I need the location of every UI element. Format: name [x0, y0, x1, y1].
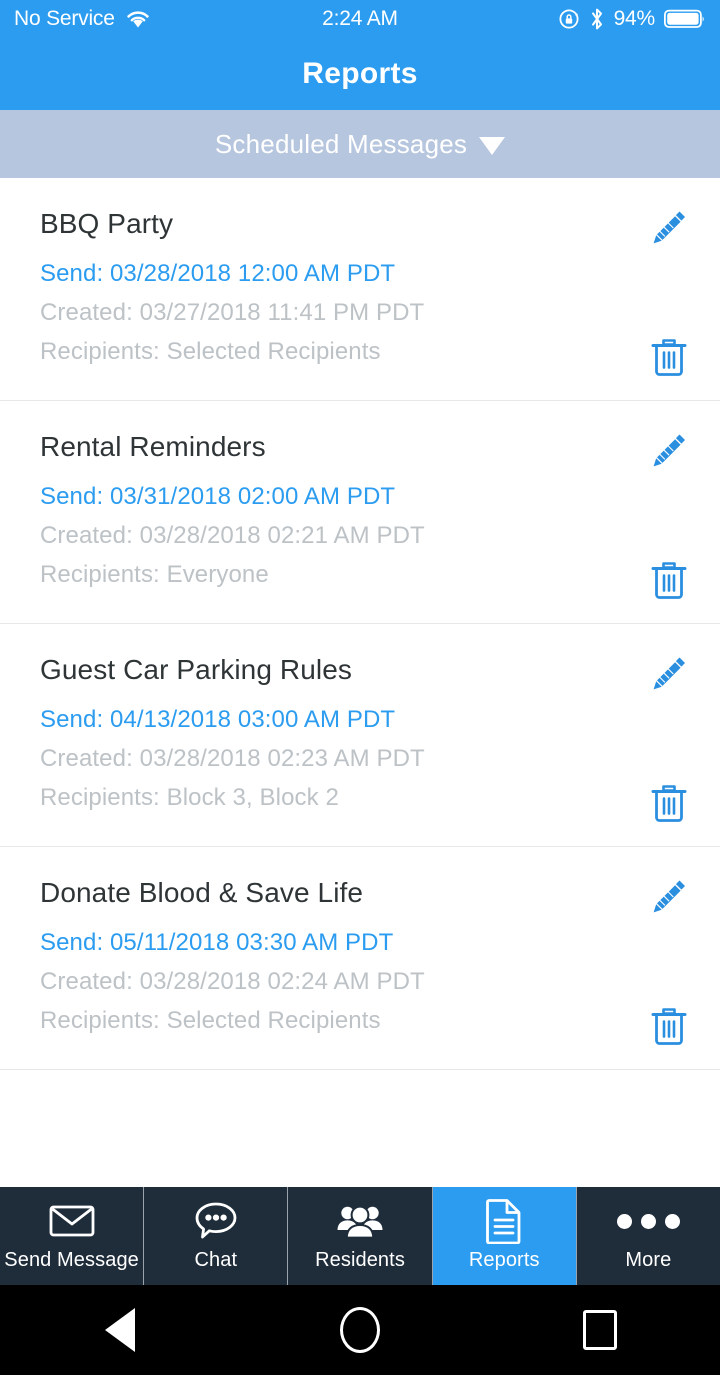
delete-message-button[interactable]	[648, 557, 690, 601]
edit-message-button[interactable]	[646, 650, 692, 696]
tab-label: Residents	[315, 1249, 405, 1271]
message-created-time: Created: 03/28/2018 02:24 AM PDT	[40, 968, 425, 995]
status-bar-left: No Service	[14, 7, 151, 31]
app-root: No Service 2:24 AM 94% Reports Scheduled…	[0, 0, 720, 1375]
edit-message-button[interactable]	[646, 204, 692, 250]
message-created-time: Created: 03/28/2018 02:21 AM PDT	[40, 522, 425, 549]
document-icon	[485, 1199, 523, 1244]
app-header: Reports	[0, 38, 720, 110]
message-recipients: Recipients: Block 3, Block 2	[40, 784, 339, 811]
delete-message-button[interactable]	[648, 780, 690, 824]
message-send-time: Send: 03/28/2018 12:00 AM PDT	[40, 260, 396, 287]
message-recipients: Recipients: Selected Recipients	[40, 338, 381, 365]
message-title: Donate Blood & Save Life	[40, 877, 364, 908]
envelope-icon	[49, 1200, 95, 1242]
home-circle-icon	[340, 1307, 380, 1353]
tab-reports[interactable]: Reports	[432, 1187, 577, 1285]
status-bar: No Service 2:24 AM 94%	[0, 0, 720, 38]
tab-more[interactable]: More	[576, 1187, 720, 1285]
tab-send-message[interactable]: Send Message	[0, 1187, 145, 1285]
page-title: Reports	[302, 57, 418, 90]
tab-label: Send Message	[4, 1249, 139, 1271]
list-item[interactable]: BBQ Party Send: 03/28/2018 12:00 AM PDT …	[0, 178, 720, 401]
chat-bubble-icon	[194, 1200, 238, 1242]
ellipsis-icon	[616, 1200, 680, 1242]
list-item[interactable]: Guest Car Parking Rules Send: 04/13/2018…	[0, 624, 720, 847]
message-send-time: Send: 05/11/2018 03:30 AM PDT	[40, 929, 394, 956]
bluetooth-icon	[589, 7, 605, 31]
carrier-label: No Service	[14, 7, 115, 30]
tab-label: Chat	[194, 1249, 238, 1271]
nav-home-button[interactable]	[300, 1285, 420, 1375]
battery-icon	[664, 8, 706, 30]
message-send-time: Send: 04/13/2018 03:00 AM PDT	[40, 706, 396, 733]
chevron-down-icon	[479, 137, 506, 155]
wifi-icon	[125, 9, 151, 29]
message-title: Rental Reminders	[40, 431, 266, 462]
message-send-time: Send: 03/31/2018 02:00 AM PDT	[40, 483, 396, 510]
report-type-dropdown[interactable]: Scheduled Messages	[0, 110, 720, 178]
list-item[interactable]: Donate Blood & Save Life Send: 05/11/201…	[0, 847, 720, 1070]
edit-message-button[interactable]	[646, 427, 692, 473]
rotation-lock-icon	[558, 8, 580, 30]
tab-label: Reports	[468, 1249, 540, 1271]
bottom-tab-bar: Send Message Chat Residents Reports More	[0, 1187, 720, 1285]
recents-square-icon	[583, 1310, 617, 1350]
message-recipients: Recipients: Selected Recipients	[40, 1007, 381, 1034]
back-triangle-icon	[105, 1308, 135, 1352]
message-title: BBQ Party	[40, 208, 174, 239]
message-created-time: Created: 03/28/2018 02:23 AM PDT	[40, 745, 425, 772]
message-title: Guest Car Parking Rules	[40, 654, 352, 685]
nav-recents-button[interactable]	[540, 1285, 660, 1375]
list-item[interactable]: Rental Reminders Send: 03/31/2018 02:00 …	[0, 401, 720, 624]
tab-label: More	[625, 1249, 672, 1271]
android-navigation-bar	[0, 1285, 720, 1375]
status-bar-right: 94%	[558, 7, 706, 31]
message-created-time: Created: 03/27/2018 11:41 PM PDT	[40, 299, 425, 326]
battery-percent-label: 94%	[613, 7, 656, 30]
scheduled-messages-list: BBQ Party Send: 03/28/2018 12:00 AM PDT …	[0, 178, 720, 1070]
edit-message-button[interactable]	[646, 873, 692, 919]
delete-message-button[interactable]	[648, 1003, 690, 1047]
tab-chat[interactable]: Chat	[144, 1187, 289, 1285]
report-type-dropdown-label: Scheduled Messages	[214, 128, 468, 159]
nav-back-button[interactable]	[60, 1285, 180, 1375]
delete-message-button[interactable]	[648, 334, 690, 378]
people-group-icon	[336, 1200, 384, 1242]
tab-residents[interactable]: Residents	[288, 1187, 433, 1285]
message-recipients: Recipients: Everyone	[40, 561, 269, 588]
